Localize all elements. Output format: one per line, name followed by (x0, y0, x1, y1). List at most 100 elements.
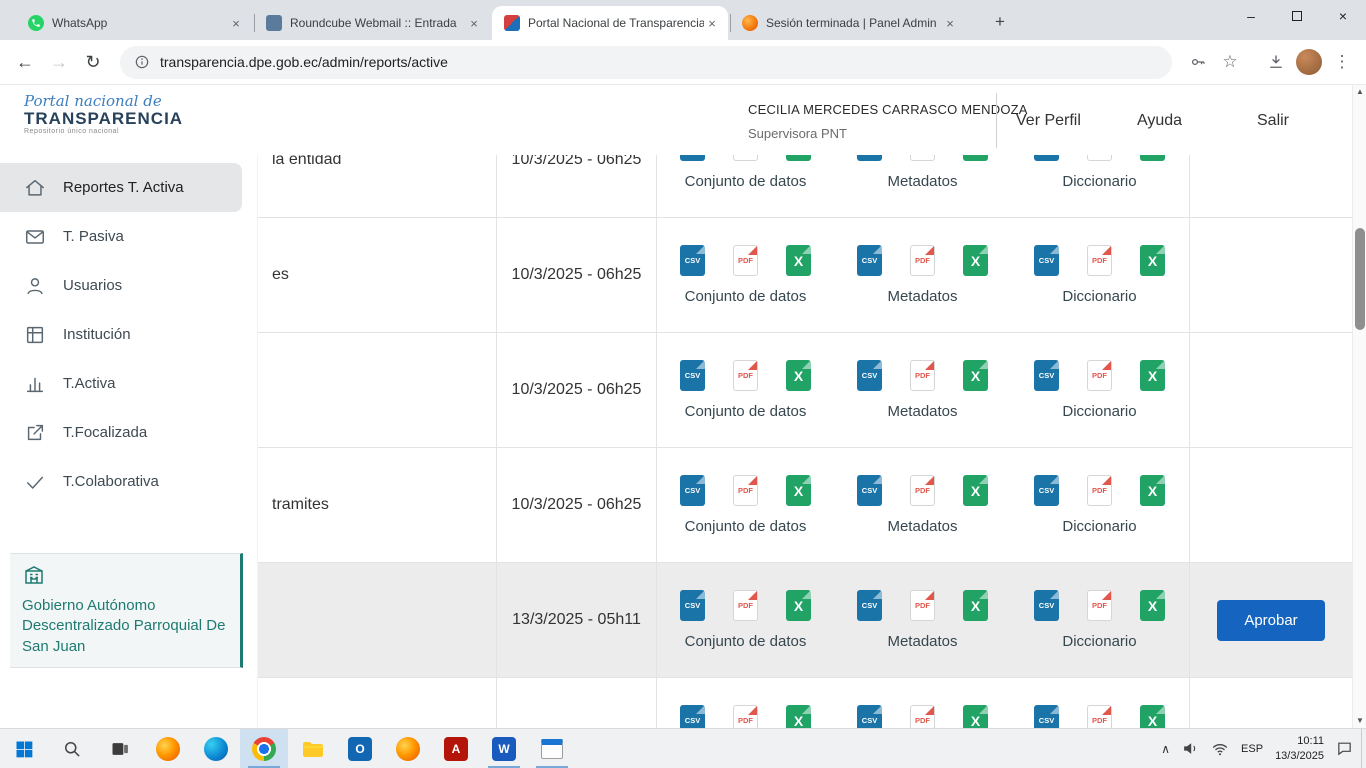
taskbar-acrobat-button[interactable]: A (432, 729, 480, 768)
csv-file-icon[interactable]: CSV (1034, 155, 1059, 161)
xls-file-icon[interactable]: X (786, 245, 811, 276)
chrome-menu-icon[interactable]: ⋮ (1326, 46, 1358, 78)
tab-close-icon[interactable]: × (704, 16, 720, 31)
approve-button[interactable]: Aprobar (1217, 600, 1324, 641)
xls-file-icon[interactable]: X (963, 155, 988, 161)
xls-file-icon[interactable]: X (786, 705, 811, 728)
xls-file-icon[interactable]: X (963, 705, 988, 728)
xls-file-icon[interactable]: X (1140, 245, 1165, 276)
xls-file-icon[interactable]: X (963, 360, 988, 391)
xls-file-icon[interactable]: X (786, 475, 811, 506)
tab-panel-admin[interactable]: Sesión terminada | Panel Admin × (730, 6, 966, 40)
csv-file-icon[interactable]: CSV (857, 475, 882, 506)
csv-file-icon[interactable]: CSV (680, 475, 705, 506)
network-icon[interactable] (1211, 740, 1229, 758)
tab-portal-active[interactable]: Portal Nacional de Transparencia × (492, 6, 728, 40)
taskbar-orange-app-button[interactable] (384, 729, 432, 768)
xls-file-icon[interactable]: X (786, 360, 811, 391)
close-window-button[interactable]: × (1320, 0, 1366, 32)
csv-file-icon[interactable]: CSV (1034, 705, 1059, 728)
scroll-up-icon[interactable]: ▲ (1353, 85, 1366, 99)
csv-file-icon[interactable]: CSV (680, 245, 705, 276)
taskbar-explorer-button[interactable] (288, 729, 336, 768)
nav-salir[interactable]: Salir (1257, 112, 1289, 130)
profile-avatar[interactable] (1296, 49, 1322, 75)
pdf-file-icon[interactable]: PDF (1087, 475, 1112, 506)
xls-file-icon[interactable]: X (1140, 475, 1165, 506)
action-center-icon[interactable] (1336, 740, 1353, 757)
back-button[interactable]: ← (8, 45, 42, 79)
pdf-file-icon[interactable]: PDF (910, 155, 935, 161)
page-scrollbar[interactable]: ▲ ▼ (1352, 85, 1366, 728)
csv-file-icon[interactable]: CSV (857, 360, 882, 391)
site-info-icon[interactable] (134, 54, 150, 70)
tab-close-icon[interactable]: × (942, 16, 958, 31)
taskbar-app-window-button[interactable] (528, 729, 576, 768)
sidebar-item-t-focalizada[interactable]: T.Focalizada (0, 408, 257, 457)
pdf-file-icon[interactable]: PDF (733, 705, 758, 728)
pdf-file-icon[interactable]: PDF (733, 590, 758, 621)
language-indicator[interactable]: ESP (1241, 743, 1263, 755)
csv-file-icon[interactable]: CSV (857, 155, 882, 161)
start-button[interactable] (0, 729, 48, 768)
csv-file-icon[interactable]: CSV (1034, 475, 1059, 506)
volume-icon[interactable] (1182, 740, 1199, 757)
nav-ver-perfil[interactable]: Ver Perfil (1016, 112, 1081, 130)
nav-ayuda[interactable]: Ayuda (1137, 112, 1182, 130)
reload-button[interactable]: ↻ (76, 45, 110, 79)
pdf-file-icon[interactable]: PDF (733, 360, 758, 391)
institution-card[interactable]: Gobierno Autónomo Descentralizado Parroq… (10, 553, 243, 668)
xls-file-icon[interactable]: X (786, 590, 811, 621)
tab-whatsapp[interactable]: WhatsApp × (16, 6, 252, 40)
scrollbar-thumb[interactable] (1355, 228, 1365, 330)
xls-file-icon[interactable]: X (1140, 155, 1165, 161)
pdf-file-icon[interactable]: PDF (733, 475, 758, 506)
pdf-file-icon[interactable]: PDF (910, 590, 935, 621)
pdf-file-icon[interactable]: PDF (733, 155, 758, 161)
xls-file-icon[interactable]: X (963, 475, 988, 506)
xls-file-icon[interactable]: X (1140, 590, 1165, 621)
pdf-file-icon[interactable]: PDF (910, 360, 935, 391)
taskbar-outlook-button[interactable]: O (336, 729, 384, 768)
pdf-file-icon[interactable]: PDF (1087, 360, 1112, 391)
show-desktop-button[interactable] (1361, 729, 1366, 768)
csv-file-icon[interactable]: CSV (1034, 245, 1059, 276)
sidebar-item-institucion[interactable]: Institución (0, 310, 257, 359)
minimize-button[interactable]: – (1228, 0, 1274, 32)
sidebar-item-t-colaborativa[interactable]: T.Colaborativa (0, 457, 257, 506)
pdf-file-icon[interactable]: PDF (910, 245, 935, 276)
taskbar-edge-button[interactable] (192, 729, 240, 768)
new-tab-button[interactable]: + (988, 10, 1012, 34)
taskbar-chrome-button[interactable] (240, 729, 288, 768)
taskbar-firefox-button[interactable] (144, 729, 192, 768)
taskbar-word-button[interactable]: W (480, 729, 528, 768)
csv-file-icon[interactable]: CSV (680, 705, 705, 728)
url-input[interactable]: transparencia.dpe.gob.ec/admin/reports/a… (120, 46, 1172, 79)
bookmark-star-icon[interactable]: ☆ (1214, 46, 1246, 78)
csv-file-icon[interactable]: CSV (857, 590, 882, 621)
csv-file-icon[interactable]: CSV (680, 360, 705, 391)
pdf-file-icon[interactable]: PDF (1087, 155, 1112, 161)
xls-file-icon[interactable]: X (1140, 705, 1165, 728)
xls-file-icon[interactable]: X (786, 155, 811, 161)
scroll-down-icon[interactable]: ▼ (1353, 714, 1366, 728)
password-key-icon[interactable] (1182, 46, 1214, 78)
pdf-file-icon[interactable]: PDF (1087, 590, 1112, 621)
xls-file-icon[interactable]: X (963, 590, 988, 621)
pdf-file-icon[interactable]: PDF (910, 705, 935, 728)
downloads-icon[interactable] (1260, 46, 1292, 78)
pdf-file-icon[interactable]: PDF (1087, 245, 1112, 276)
sidebar-item-usuarios[interactable]: Usuarios (0, 261, 257, 310)
tab-close-icon[interactable]: × (228, 16, 244, 31)
maximize-button[interactable] (1274, 0, 1320, 32)
taskbar-search-button[interactable] (48, 729, 96, 768)
taskbar-clock[interactable]: 10:11 13/3/2025 (1275, 734, 1324, 764)
tray-chevron-icon[interactable]: ∧ (1161, 742, 1170, 756)
tab-close-icon[interactable]: × (466, 16, 482, 31)
csv-file-icon[interactable]: CSV (1034, 590, 1059, 621)
pdf-file-icon[interactable]: PDF (910, 475, 935, 506)
pdf-file-icon[interactable]: PDF (733, 245, 758, 276)
tab-roundcube[interactable]: Roundcube Webmail :: Entrada × (254, 6, 490, 40)
xls-file-icon[interactable]: X (1140, 360, 1165, 391)
sidebar-item-t-pasiva[interactable]: T. Pasiva (0, 212, 257, 261)
